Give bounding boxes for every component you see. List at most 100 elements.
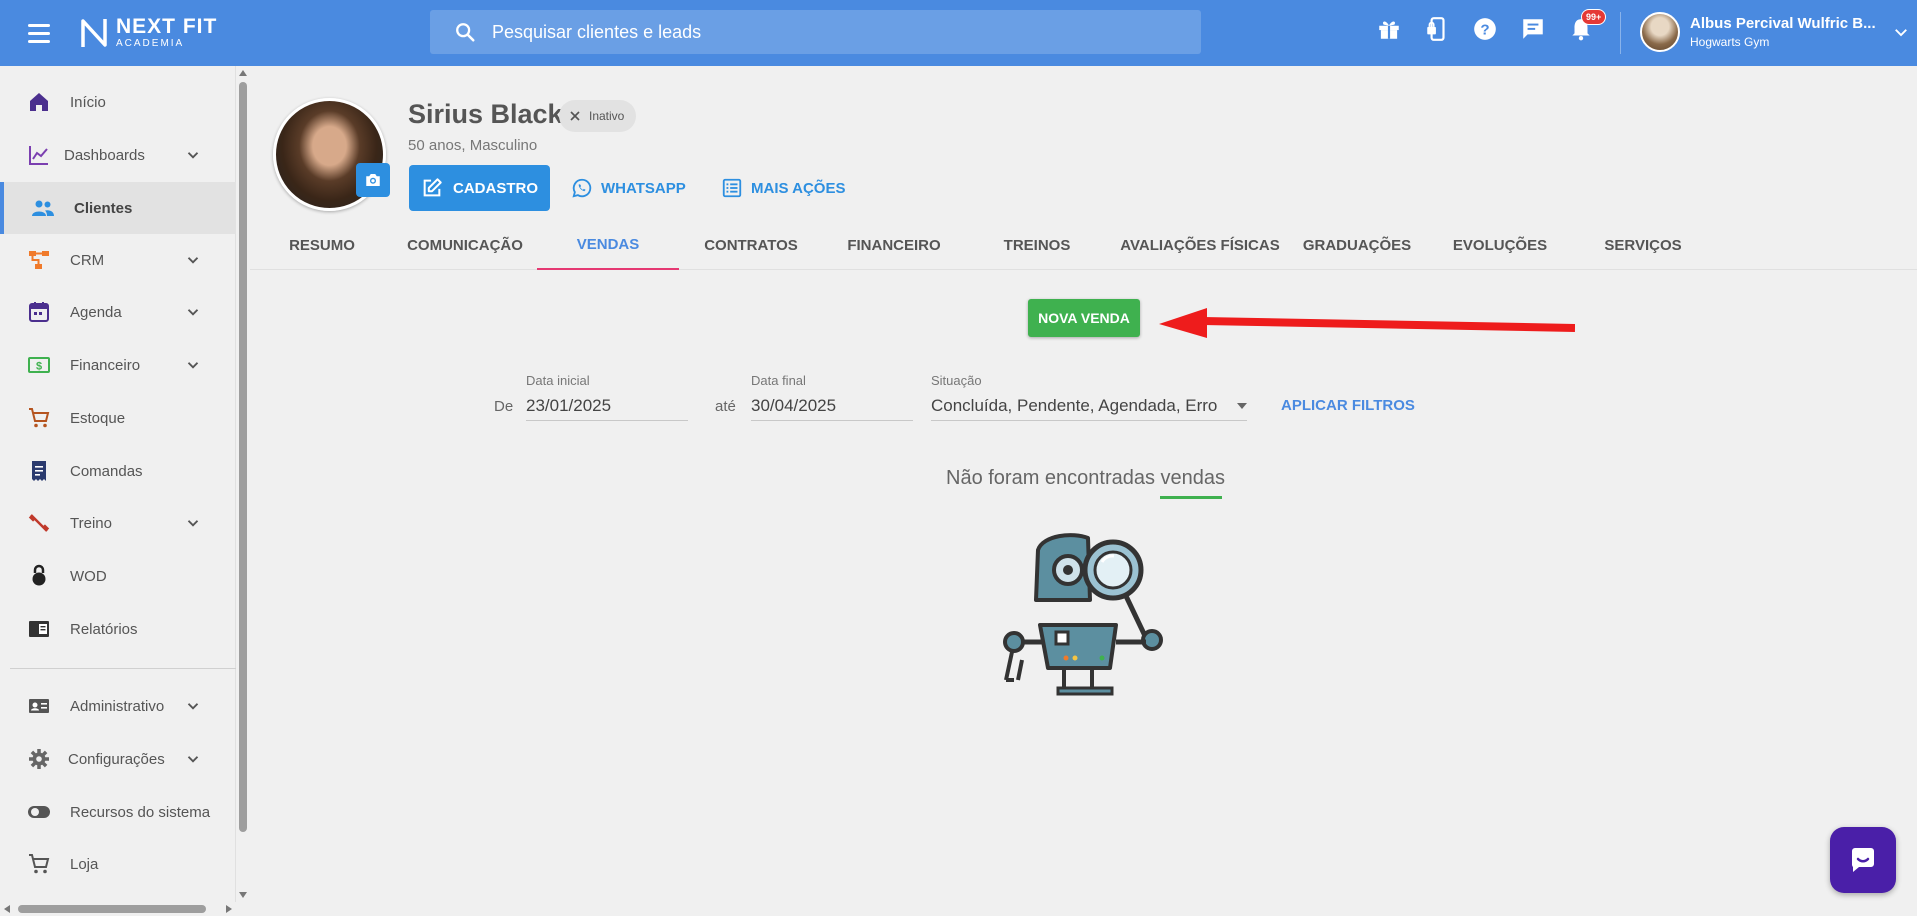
- user-menu[interactable]: Albus Percival Wulfric B... Hogwarts Gym: [1640, 12, 1910, 52]
- sidebar-item-loja[interactable]: Loja: [0, 838, 236, 890]
- tab-financeiro[interactable]: FINANCEIRO: [823, 220, 965, 270]
- chat-message-icon[interactable]: [1520, 16, 1546, 42]
- sidebar-item-label: CRM: [70, 251, 105, 269]
- sidebar-item-label: Recursos do sistema: [70, 803, 211, 821]
- sidebar-vertical-scrollbar[interactable]: [236, 66, 250, 902]
- hamburger-menu-icon[interactable]: [28, 20, 54, 46]
- sidebar-item-estoque[interactable]: Estoque: [0, 392, 236, 444]
- tab-avaliacoes-fisicas[interactable]: AVALIAÇÕES FÍSICAS: [1110, 220, 1290, 270]
- scroll-down-arrow[interactable]: [239, 892, 247, 898]
- sidebar-item-clientes[interactable]: Clientes: [0, 182, 236, 234]
- tab-comunicacao[interactable]: COMUNICAÇÃO: [394, 220, 536, 270]
- sidebar-item-dashboards[interactable]: Dashboards: [0, 129, 236, 181]
- chat-bubble-icon: [1852, 848, 1874, 872]
- chevron-down-icon: [187, 520, 199, 527]
- tab-treinos[interactable]: TREINOS: [966, 220, 1108, 270]
- dumbbell-icon: [27, 511, 51, 535]
- whatsapp-button[interactable]: WHATSAPP: [571, 177, 686, 199]
- cadastro-label: CADASTRO: [453, 179, 538, 197]
- cadastro-button[interactable]: CADASTRO: [409, 165, 550, 211]
- sidebar-item-comandas[interactable]: Comandas: [0, 445, 236, 497]
- home-icon: [27, 90, 51, 114]
- start-date-value[interactable]: 23/01/2025: [526, 391, 688, 421]
- tab-resumo[interactable]: RESUMO: [251, 220, 393, 270]
- to-label: até: [715, 398, 736, 415]
- dropdown-caret-icon: [1237, 403, 1247, 409]
- whatsapp-label: WHATSAPP: [601, 179, 686, 197]
- status-badge[interactable]: Inativo: [559, 100, 637, 132]
- status-select-value[interactable]: Concluída, Pendente, Agendada, Erro: [931, 391, 1247, 421]
- empty-state-message: Não foram encontradas vendas: [946, 467, 1226, 489]
- sidebar-item-label: Relatórios: [70, 620, 138, 638]
- sidebar-item-configuracoes[interactable]: Configurações: [0, 733, 236, 785]
- sidebar-item-relatorios[interactable]: Relatórios: [0, 603, 236, 655]
- phone-lock-icon[interactable]: [1424, 16, 1450, 42]
- start-date-field[interactable]: Data inicial 23/01/2025: [526, 373, 688, 423]
- help-icon[interactable]: ?: [1472, 16, 1498, 42]
- sidebar-item-crm[interactable]: CRM: [0, 234, 236, 286]
- crm-flow-icon: [27, 248, 51, 272]
- svg-text:?: ?: [1480, 21, 1489, 38]
- end-date-field[interactable]: Data final 30/04/2025: [751, 373, 913, 423]
- notification-bell-icon[interactable]: 99+: [1568, 9, 1607, 42]
- cart-icon: [27, 406, 51, 430]
- gear-icon: [27, 747, 51, 771]
- new-sale-button[interactable]: NOVA VENDA: [1028, 299, 1140, 337]
- top-bar: NEXT FIT ACADEMIA ? 99+ Albus Percival W…: [0, 0, 1917, 66]
- apply-filters-button[interactable]: APLICAR FILTROS: [1281, 397, 1415, 414]
- scroll-left-arrow[interactable]: [4, 905, 10, 913]
- sidebar-item-inicio[interactable]: Início: [0, 76, 236, 128]
- sidebar-item-financeiro[interactable]: $ Financeiro: [0, 339, 236, 391]
- people-icon: [31, 196, 55, 220]
- search-bar[interactable]: [430, 10, 1201, 54]
- chevron-down-icon: [187, 703, 199, 710]
- sidebar-item-recursos[interactable]: Recursos do sistema: [0, 786, 236, 838]
- more-actions-button[interactable]: MAIS AÇÕES: [721, 177, 845, 199]
- scroll-thumb[interactable]: [239, 82, 247, 832]
- sidebar-item-label: Loja: [70, 855, 99, 873]
- red-arrow-annotation: [1159, 308, 1575, 338]
- notification-badge: 99+: [1581, 9, 1607, 25]
- end-date-value[interactable]: 30/04/2025: [751, 391, 913, 421]
- search-input[interactable]: [492, 21, 1092, 43]
- sidebar-item-label: Administrativo: [70, 697, 165, 715]
- start-date-label: Data inicial: [526, 373, 590, 388]
- search-icon: [456, 23, 475, 42]
- gift-icon[interactable]: [1376, 16, 1402, 42]
- close-icon: [570, 111, 580, 121]
- tab-graduacoes[interactable]: GRADUAÇÕES: [1286, 220, 1428, 270]
- logo[interactable]: NEXT FIT ACADEMIA: [80, 16, 217, 49]
- whatsapp-icon: [572, 178, 592, 198]
- tab-contratos[interactable]: CONTRATOS: [680, 220, 822, 270]
- end-date-label: Data final: [751, 373, 806, 388]
- kettlebell-icon: [27, 564, 51, 588]
- scroll-up-arrow[interactable]: [239, 70, 247, 76]
- chevron-down-icon: [187, 152, 199, 159]
- sidebar-item-label: Comandas: [70, 462, 143, 480]
- sidebar-divider: [10, 668, 236, 669]
- more-actions-label: MAIS AÇÕES: [751, 179, 846, 197]
- chevron-down-icon: [1894, 29, 1907, 37]
- sidebar-item-administrativo[interactable]: Administrativo: [0, 680, 236, 732]
- chart-line-icon: [27, 143, 51, 167]
- cart-icon: [27, 852, 51, 876]
- tab-vendas[interactable]: VENDAS: [537, 220, 679, 270]
- sidebar-item-label: Início: [70, 93, 106, 111]
- tab-evolucoes[interactable]: EVOLUÇÕES: [1429, 220, 1571, 270]
- client-meta: 50 anos, Masculino: [408, 137, 538, 154]
- camera-icon[interactable]: [356, 163, 390, 197]
- svg-text:$: $: [36, 361, 42, 373]
- sidebar-item-wod[interactable]: WOD: [0, 550, 236, 602]
- support-chat-button[interactable]: [1830, 827, 1896, 893]
- scroll-right-arrow[interactable]: [226, 905, 232, 913]
- status-select[interactable]: Situação Concluída, Pendente, Agendada, …: [931, 373, 1247, 423]
- user-gym: Hogwarts Gym: [1690, 35, 1770, 49]
- calendar-icon: [27, 300, 51, 324]
- sidebar-item-treino[interactable]: Treino: [0, 497, 236, 549]
- tab-servicos[interactable]: SERVIÇOS: [1572, 220, 1714, 270]
- sidebar-horizontal-scrollbar[interactable]: [0, 902, 236, 916]
- scroll-thumb[interactable]: [18, 905, 206, 913]
- chevron-down-icon: [187, 362, 199, 369]
- sidebar-item-agenda[interactable]: Agenda: [0, 286, 236, 338]
- logo-subtitle: ACADEMIA: [116, 38, 185, 49]
